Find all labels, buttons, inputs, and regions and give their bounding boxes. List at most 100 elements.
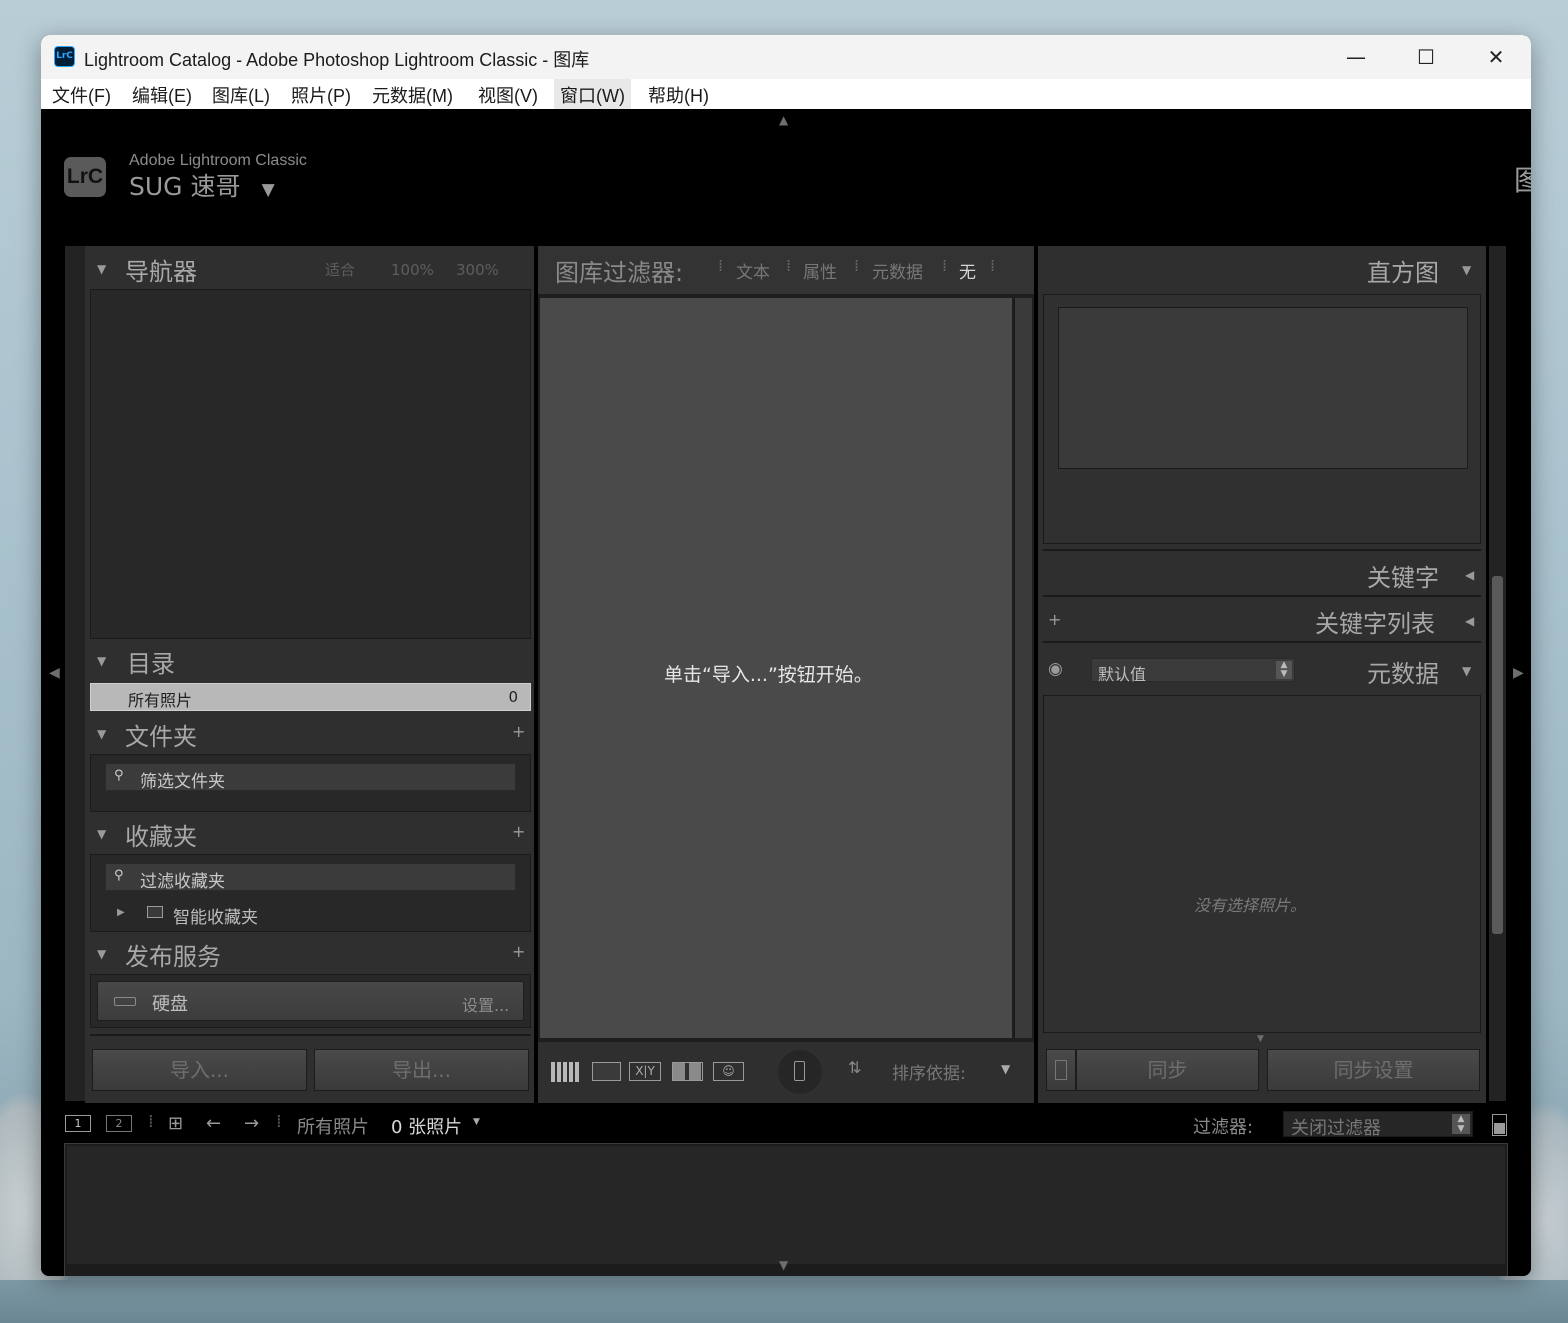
filmstrip-photo-count[interactable]: 0 张照片 (391, 1113, 462, 1139)
identity-dropdown-icon[interactable]: ▼ (262, 180, 275, 200)
navigator-preview (90, 289, 531, 639)
keyword-list-expand-icon[interactable]: ◀ (1465, 614, 1474, 628)
toolbar-options-icon[interactable]: ▼ (1001, 1062, 1010, 1076)
hard-disk-icon (114, 997, 136, 1006)
collections-title[interactable]: 收藏夹 (125, 817, 197, 852)
primary-window-button[interactable]: 1 (65, 1115, 91, 1132)
navigator-collapse-icon[interactable]: ▼ (97, 262, 106, 276)
folder-filter-field[interactable]: ⚲ 筛选文件夹 (105, 763, 516, 792)
loupe-view-icon[interactable] (592, 1062, 621, 1081)
lightroom-workspace: ▲ LrC Adobe Lightroom Classic SUG 速哥 ▼ 图… (41, 109, 1531, 1276)
filter-text[interactable]: 文本 (736, 258, 770, 283)
back-arrow-icon[interactable]: ← (206, 1113, 221, 1134)
collection-filter-field[interactable]: ⚲ 过滤收藏夹 (105, 863, 516, 892)
spray-can-button[interactable] (778, 1050, 822, 1094)
add-collection-icon[interactable]: + (512, 822, 525, 841)
people-view-icon[interactable]: ☺ (713, 1062, 744, 1081)
spray-can-icon (794, 1061, 805, 1081)
right-panel-toggle-icon[interactable]: ▶ (1513, 665, 1524, 681)
eye-icon[interactable]: ◉ (1048, 659, 1063, 679)
metadata-collapse-icon[interactable]: ▼ (1462, 664, 1471, 678)
publish-title[interactable]: 发布服务 (125, 937, 221, 972)
source-dropdown-icon[interactable]: ▼ (473, 1117, 480, 1127)
menu-window[interactable]: 窗口(W) (554, 79, 631, 109)
filmstrip-source[interactable]: 所有照片 (297, 1113, 369, 1139)
zoom-fit[interactable]: 适合 (325, 259, 355, 280)
histogram-panel (1043, 294, 1481, 544)
add-folder-icon[interactable]: + (512, 722, 525, 741)
keywording-expand-icon[interactable]: ◀ (1465, 568, 1474, 582)
smart-collection-icon (147, 906, 163, 918)
filter-none[interactable]: 无 (959, 258, 976, 283)
survey-view-icon[interactable] (672, 1062, 703, 1081)
maximize-button[interactable]: ☐ (1391, 35, 1461, 79)
filter-lock-icon[interactable] (1492, 1114, 1507, 1136)
filmstrip-thumbnails[interactable] (67, 1146, 1505, 1264)
left-panel-scroll-strip[interactable] (65, 246, 85, 1101)
filter-metadata[interactable]: 元数据 (872, 258, 923, 283)
export-button[interactable]: 导出... (314, 1049, 529, 1091)
add-keyword-icon[interactable]: + (1048, 610, 1061, 629)
top-panel-toggle-icon[interactable]: ▲ (779, 113, 788, 127)
grid-scrollbar[interactable] (1014, 298, 1032, 1038)
menu-edit[interactable]: 编辑(E) (132, 82, 192, 108)
right-panel-scroll-strip[interactable] (1489, 246, 1506, 1101)
filter-attribute[interactable]: 属性 (803, 258, 837, 283)
catalog-collapse-icon[interactable]: ▼ (97, 654, 106, 668)
metadata-preset-select[interactable]: 默认值 ▲ ▼ (1091, 658, 1295, 684)
grid-view-area[interactable]: 单击“导入...”按钮开始。 (540, 298, 1012, 1038)
left-panel-toggle-icon[interactable]: ◀ (49, 665, 60, 681)
sync-button[interactable]: 同步 (1076, 1049, 1259, 1091)
identity-plate[interactable]: SUG 速哥 ▼ (129, 167, 275, 203)
filmstrip-filter-select[interactable]: 关闭过滤器 ▲ ▼ (1283, 1111, 1473, 1139)
menu-help[interactable]: 帮助(H) (648, 82, 709, 108)
library-filter-bar: 图库过滤器: ⁞ 文本 ⁞ 属性 ⁞ 元数据 ⁞ 无 ⁞ (538, 246, 1034, 294)
bottom-panel-toggle-icon[interactable]: ▼ (779, 1258, 788, 1272)
folders-list: ⚲ 筛选文件夹 (90, 754, 531, 812)
catalog-all-photos-row[interactable]: 所有照片 0 (90, 683, 531, 711)
grid-icon[interactable]: ⊞ (168, 1113, 183, 1134)
metadata-title[interactable]: 元数据 (1367, 654, 1439, 689)
menu-library[interactable]: 图库(L) (212, 82, 270, 108)
forward-arrow-icon[interactable]: → (244, 1113, 259, 1134)
catalog-title[interactable]: 目录 (127, 644, 175, 679)
title-bar[interactable]: LrC Lightroom Catalog - Adobe Photoshop … (41, 35, 1531, 79)
folders-title[interactable]: 文件夹 (125, 717, 197, 752)
module-label-clipped[interactable]: 图 (1514, 159, 1531, 199)
menu-photo[interactable]: 照片(P) (291, 82, 351, 108)
hard-disk-setup-link[interactable]: 设置... (462, 992, 509, 1016)
close-button[interactable]: ✕ (1461, 35, 1531, 79)
secondary-window-button[interactable]: 2 (106, 1115, 132, 1132)
filter-separator: ⁞ (942, 256, 948, 275)
center-panel: 图库过滤器: ⁞ 文本 ⁞ 属性 ⁞ 元数据 ⁞ 无 ⁞ 单击“导入...”按钮… (538, 246, 1034, 1103)
zoom-100[interactable]: 100% (391, 261, 434, 279)
menu-view[interactable]: 视图(V) (478, 82, 538, 108)
sort-by-label[interactable]: 排序依据: (892, 1059, 966, 1084)
sort-icon[interactable]: ⇅ (848, 1058, 861, 1077)
menu-metadata[interactable]: 元数据(M) (372, 82, 453, 108)
right-panel: 直方图 ▼ 关键字 ◀ + 关键字列表 ◀ ◉ 默认值 ▲ ▼ 元数据 ▼ 没有… (1038, 246, 1486, 1103)
auto-sync-toggle[interactable] (1046, 1049, 1076, 1091)
grid-view-icon[interactable] (551, 1062, 580, 1082)
right-panel-scrollbar-thumb[interactable] (1492, 576, 1503, 934)
publish-list: 硬盘 设置... (90, 974, 531, 1028)
sync-settings-button[interactable]: 同步设置 (1267, 1049, 1480, 1091)
histogram-title[interactable]: 直方图 (1367, 253, 1439, 288)
folders-collapse-icon[interactable]: ▼ (97, 727, 106, 741)
keywording-title[interactable]: 关键字 (1367, 558, 1439, 593)
collections-collapse-icon[interactable]: ▼ (97, 827, 106, 841)
collections-list: ⚲ 过滤收藏夹 ▶ 智能收藏夹 (90, 854, 531, 932)
minimize-button[interactable]: — (1321, 35, 1391, 79)
zoom-300[interactable]: 300% (456, 261, 499, 279)
navigator-title[interactable]: 导航器 (125, 252, 197, 287)
import-button[interactable]: 导入... (92, 1049, 307, 1091)
publish-collapse-icon[interactable]: ▼ (97, 947, 106, 961)
compare-view-icon[interactable]: X|Y (629, 1062, 661, 1081)
hard-disk-service[interactable]: 硬盘 设置... (97, 981, 524, 1021)
expand-icon[interactable]: ▶ (117, 907, 125, 918)
smart-collections-item[interactable]: ▶ 智能收藏夹 (117, 903, 417, 928)
histogram-collapse-icon[interactable]: ▼ (1462, 263, 1471, 277)
menu-file[interactable]: 文件(F) (52, 82, 111, 108)
add-publish-service-icon[interactable]: + (512, 942, 525, 961)
keyword-list-title[interactable]: 关键字列表 (1315, 604, 1435, 639)
